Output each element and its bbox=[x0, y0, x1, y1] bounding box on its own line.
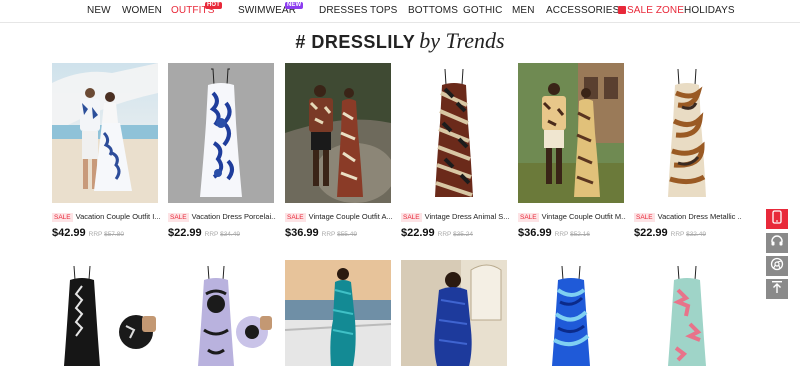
product-image[interactable] bbox=[285, 260, 391, 366]
product-name-row[interactable]: SALE Vintage Dress Animal S... bbox=[401, 212, 509, 222]
rrp-price: RRP $55.49 bbox=[322, 231, 357, 238]
sale-tag: SALE bbox=[634, 213, 655, 222]
top-nav: NEW WOMEN OUTFITS HOT SWIMWEAR NEW DRESS… bbox=[0, 0, 800, 23]
phone-button[interactable] bbox=[766, 209, 788, 229]
chrome-icon bbox=[770, 257, 784, 276]
rrp-value: $57.80 bbox=[104, 231, 124, 238]
rrp-value: $55.49 bbox=[337, 231, 357, 238]
product-image[interactable] bbox=[52, 260, 158, 366]
price-row: $22.99 RRP $32.49 bbox=[634, 223, 706, 241]
nav-accessories[interactable]: ACCESSORIES bbox=[546, 5, 619, 16]
product-name-row[interactable]: SALE Vintage Couple Outfit A... bbox=[285, 212, 393, 222]
rrp-value: $35.24 bbox=[453, 231, 473, 238]
product-price: $22.99 bbox=[401, 227, 435, 239]
product-image[interactable] bbox=[52, 63, 158, 203]
product-name: Vintage Couple Outfit A... bbox=[308, 212, 393, 221]
sale-tag: SALE bbox=[168, 213, 189, 222]
product-price: $22.99 bbox=[634, 227, 668, 239]
product-image[interactable] bbox=[168, 260, 274, 366]
nav-dresses[interactable]: DRESSES bbox=[319, 5, 368, 16]
nav-bottoms[interactable]: BOTTOMS bbox=[408, 5, 458, 16]
product-name-row[interactable]: SALE Vacation Dress Metallic ... bbox=[634, 212, 742, 222]
price-row: $36.99 RRP $52.16 bbox=[518, 223, 590, 241]
product-image[interactable] bbox=[285, 63, 391, 203]
back-to-top-button[interactable] bbox=[766, 279, 788, 299]
rrp-price: RRP $57.80 bbox=[89, 231, 124, 238]
nav-sale-zone-label: SALE ZONE bbox=[627, 5, 685, 16]
rrp-label: RRP bbox=[670, 231, 685, 238]
rrp-value: $32.49 bbox=[686, 231, 706, 238]
product-name-row[interactable]: SALE Vacation Couple Outfit I... bbox=[52, 212, 160, 222]
customer-service-button[interactable] bbox=[766, 233, 788, 253]
nav-outfits[interactable]: OUTFITS HOT bbox=[171, 2, 222, 16]
product-image[interactable] bbox=[401, 260, 507, 366]
rrp-label: RRP bbox=[554, 231, 569, 238]
nav-swimwear[interactable]: SWIMWEAR NEW bbox=[238, 2, 304, 16]
sale-tag: SALE bbox=[518, 213, 539, 222]
nav-gothic[interactable]: GOTHIC bbox=[463, 5, 503, 16]
nav-holidays[interactable]: HOLIDAYS bbox=[684, 5, 735, 16]
rrp-label: RRP bbox=[321, 231, 336, 238]
product-price: $42.99 bbox=[52, 227, 86, 239]
rrp-value: $34.49 bbox=[220, 231, 240, 238]
nav-men[interactable]: MEN bbox=[512, 5, 535, 16]
product-name: Vintage Couple Outfit M... bbox=[541, 212, 626, 221]
product-price: $22.99 bbox=[168, 227, 202, 239]
product-image[interactable] bbox=[634, 63, 740, 203]
nav-new[interactable]: NEW bbox=[87, 5, 111, 16]
nav-tops[interactable]: TOPS bbox=[370, 5, 397, 16]
section-hashtag: # DRESSLILY bbox=[295, 32, 416, 52]
nav-women[interactable]: WOMEN bbox=[122, 5, 162, 16]
back-to-top-icon bbox=[771, 280, 783, 299]
product-image[interactable] bbox=[518, 63, 624, 203]
product-image[interactable] bbox=[401, 63, 507, 203]
hot-badge: HOT bbox=[205, 2, 222, 9]
product-name: Vintage Dress Animal S... bbox=[424, 212, 509, 221]
product-name-row[interactable]: SALE Vacation Dress Porcelai... bbox=[168, 212, 276, 222]
product-image[interactable] bbox=[518, 260, 624, 366]
section-title: # DRESSLILY by Trends bbox=[0, 28, 800, 54]
price-row: $22.99 RRP $35.24 bbox=[401, 223, 473, 241]
price-row: $36.99 RRP $55.49 bbox=[285, 223, 357, 241]
section-subtitle: by Trends bbox=[419, 28, 505, 53]
rrp-price: RRP $32.49 bbox=[671, 231, 706, 238]
headset-icon bbox=[770, 234, 784, 253]
rrp-price: RRP $52.16 bbox=[555, 231, 590, 238]
shopping-bag-icon bbox=[618, 6, 626, 14]
rrp-price: RRP $34.49 bbox=[205, 231, 240, 238]
sale-tag: SALE bbox=[285, 213, 306, 222]
product-name: Vacation Dress Porcelai... bbox=[191, 212, 276, 221]
browser-extension-button[interactable] bbox=[766, 256, 788, 276]
sale-tag: SALE bbox=[401, 213, 422, 222]
rrp-label: RRP bbox=[437, 231, 452, 238]
price-row: $22.99 RRP $34.49 bbox=[168, 223, 240, 241]
product-name: Vacation Couple Outfit I... bbox=[75, 212, 160, 221]
product-image[interactable] bbox=[168, 63, 274, 203]
product-name: Vacation Dress Metallic ... bbox=[657, 212, 742, 221]
nav-sale-zone[interactable]: SALE ZONE bbox=[618, 5, 684, 16]
price-row: $42.99 RRP $57.80 bbox=[52, 223, 124, 241]
new-badge: NEW bbox=[285, 2, 304, 9]
rrp-price: RRP $35.24 bbox=[438, 231, 473, 238]
product-name-row[interactable]: SALE Vintage Couple Outfit M... bbox=[518, 212, 626, 222]
rrp-label: RRP bbox=[88, 231, 103, 238]
phone-icon bbox=[772, 209, 782, 229]
rrp-value: $52.16 bbox=[570, 231, 590, 238]
product-image[interactable] bbox=[634, 260, 740, 366]
rrp-label: RRP bbox=[204, 231, 219, 238]
product-price: $36.99 bbox=[518, 227, 552, 239]
product-price: $36.99 bbox=[285, 227, 319, 239]
sale-tag: SALE bbox=[52, 213, 73, 222]
